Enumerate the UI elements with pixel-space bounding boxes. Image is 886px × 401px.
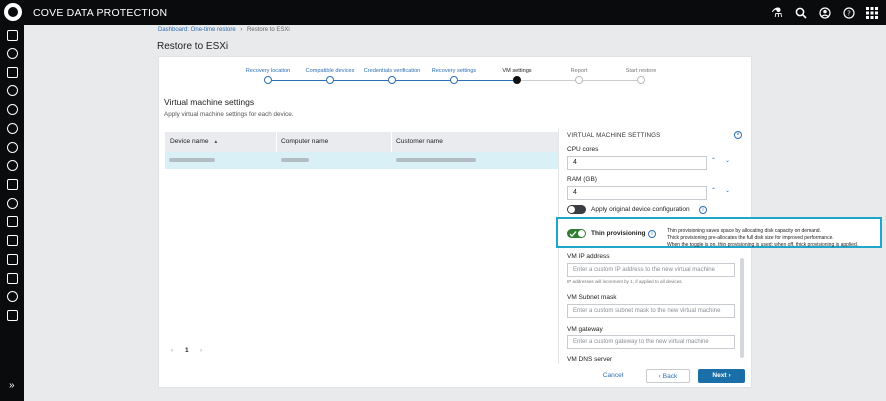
toggle-knob (578, 230, 585, 237)
search-icon[interactable] (792, 4, 810, 22)
breadcrumb: Dashboard: One-time restore › Restore to… (158, 27, 290, 33)
apply-original-config-label: Apply original device configuration (591, 206, 690, 213)
next-button[interactable]: Next › (698, 369, 745, 383)
cove-logo-icon[interactable] (4, 3, 22, 21)
step-check-icon (326, 76, 334, 84)
vm-subnet-input[interactable]: Enter a custom subnet mask to the new vi… (567, 304, 735, 318)
dashboard-icon[interactable] (7, 30, 18, 41)
column-header-customer-name[interactable]: Customer name (396, 138, 443, 145)
thin-provisioning-toggle[interactable] (567, 229, 586, 238)
step-report: Report (570, 68, 588, 74)
cancel-button[interactable]: Cancel (598, 369, 628, 383)
redacted-device-name (169, 158, 215, 162)
step-recovery-location[interactable]: Recovery location (246, 68, 290, 74)
column-divider (391, 132, 392, 152)
tooltip-line-3: When the toggle is on, thin provisioning… (667, 242, 859, 248)
ram-increment-icon[interactable]: ⌃ (711, 187, 716, 194)
settings-icon[interactable] (7, 291, 18, 302)
cpu-cores-input[interactable]: 4 (567, 156, 707, 170)
breadcrumb-current: Restore to ESXi (247, 27, 290, 33)
vm-settings-panel-title: VIRTUAL MACHINE SETTINGS (567, 132, 661, 139)
vm-gateway-label: VM gateway (567, 326, 603, 333)
customers-icon[interactable] (7, 198, 18, 209)
step-recovery-settings[interactable]: Recovery settings (432, 68, 476, 74)
breadcrumb-dashboard[interactable]: Dashboard: One-time restore (158, 27, 236, 33)
left-nav: » (0, 25, 24, 401)
svg-text:?: ? (847, 10, 851, 18)
page-title: Restore to ESXi (157, 41, 229, 52)
cpu-cores-label: CPU cores (567, 146, 599, 153)
tooltip-line-2: Thick provisioning pre-allocates the ful… (667, 235, 834, 241)
alerts-icon[interactable] (7, 235, 18, 246)
table-header: Device name ▲ Computer name Customer nam… (165, 132, 558, 152)
documents-icon[interactable] (7, 310, 18, 321)
table-row[interactable] (165, 152, 558, 169)
apply-original-config-toggle[interactable] (567, 205, 586, 214)
step-vm-settings: VM settings (502, 68, 532, 74)
pagination-prev[interactable]: ‹ (171, 347, 173, 354)
redacted-computer-name (281, 158, 309, 162)
step-check-icon (388, 76, 396, 84)
section-subtitle: Apply virtual machine settings for each … (164, 111, 294, 118)
step-pending-dot (575, 76, 583, 84)
cpu-decrement-icon[interactable]: ⌄ (725, 157, 730, 164)
refresh-icon[interactable] (7, 123, 18, 134)
vm-ip-hint: IP addresses will increment by 1, if app… (567, 279, 683, 284)
ram-label: RAM (GB) (567, 176, 597, 183)
sort-asc-icon: ▲ (213, 139, 219, 145)
thin-provisioning-info-icon[interactable]: i (648, 230, 656, 238)
panel-scrollbar[interactable] (740, 258, 744, 358)
profiles-icon[interactable] (7, 216, 18, 227)
step-current-dot (513, 76, 521, 84)
section-title: Virtual machine settings (164, 97, 255, 107)
vm-ip-input[interactable]: Enter a custom IP address to the new vir… (567, 263, 735, 277)
redacted-customer-name (396, 158, 476, 162)
step-check-icon (264, 76, 272, 84)
vm-ip-label: VM IP address (567, 253, 610, 260)
step-check-icon (450, 76, 458, 84)
download-icon[interactable] (7, 254, 18, 265)
back-button[interactable]: ‹ Back (646, 369, 690, 383)
flask-icon[interactable]: ⚗ (768, 4, 786, 22)
step-pending-dot (637, 76, 645, 84)
step-compatible-devices[interactable]: Compatible devices (306, 68, 355, 74)
cpu-increment-icon[interactable]: ⌃ (711, 157, 716, 164)
vm-gateway-input[interactable]: Enter a custom gateway to the new virtua… (567, 335, 735, 349)
tooltip-line-1: Thin provisioning saves space by allocat… (667, 228, 821, 234)
history-icon[interactable] (7, 142, 18, 153)
pagination-current-page[interactable]: 1 (185, 347, 189, 354)
close-panel-icon[interactable]: × (734, 131, 742, 139)
ram-input[interactable]: 4 (567, 186, 707, 200)
column-header-computer-name[interactable]: Computer name (281, 138, 328, 145)
vm-subnet-label: VM Subnet mask (567, 294, 617, 301)
statistics-icon[interactable] (7, 273, 18, 284)
help-icon[interactable]: ? (840, 4, 858, 22)
ram-decrement-icon[interactable]: ⌄ (725, 187, 730, 194)
info-icon[interactable]: i (699, 206, 707, 214)
breadcrumb-separator: › (240, 27, 243, 33)
reports-icon[interactable] (7, 179, 18, 190)
user-icon[interactable] (816, 4, 834, 22)
device-name-label: Device name (170, 138, 209, 145)
step-credentials-verification[interactable]: Credentials verification (364, 68, 421, 74)
devices-icon[interactable] (7, 48, 18, 59)
toggle-knob (568, 206, 575, 213)
vm-dns-label: VM DNS server (567, 356, 613, 361)
monitor-icon[interactable] (7, 160, 18, 171)
toggle-check-icon (569, 231, 577, 237)
wizard-stepper: Recovery location Compatible devices Cre… (220, 67, 700, 87)
thin-provisioning-label: Thin provisioning (591, 230, 646, 237)
column-divider (276, 132, 277, 152)
recovery-icon[interactable] (7, 85, 18, 96)
column-header-device-name[interactable]: Device name ▲ (170, 138, 218, 145)
top-bar: COVE DATA PROTECTION ⚗ ? (0, 0, 886, 25)
expand-sidebar-icon[interactable]: » (9, 380, 15, 391)
sync-icon[interactable] (7, 104, 18, 115)
step-start-restore: Start restore (625, 68, 657, 74)
brand-name: COVE DATA PROTECTION (33, 7, 168, 19)
pagination-next[interactable]: › (200, 347, 202, 354)
apps-grid-icon[interactable] (863, 4, 881, 22)
restore-icon[interactable] (7, 67, 18, 78)
